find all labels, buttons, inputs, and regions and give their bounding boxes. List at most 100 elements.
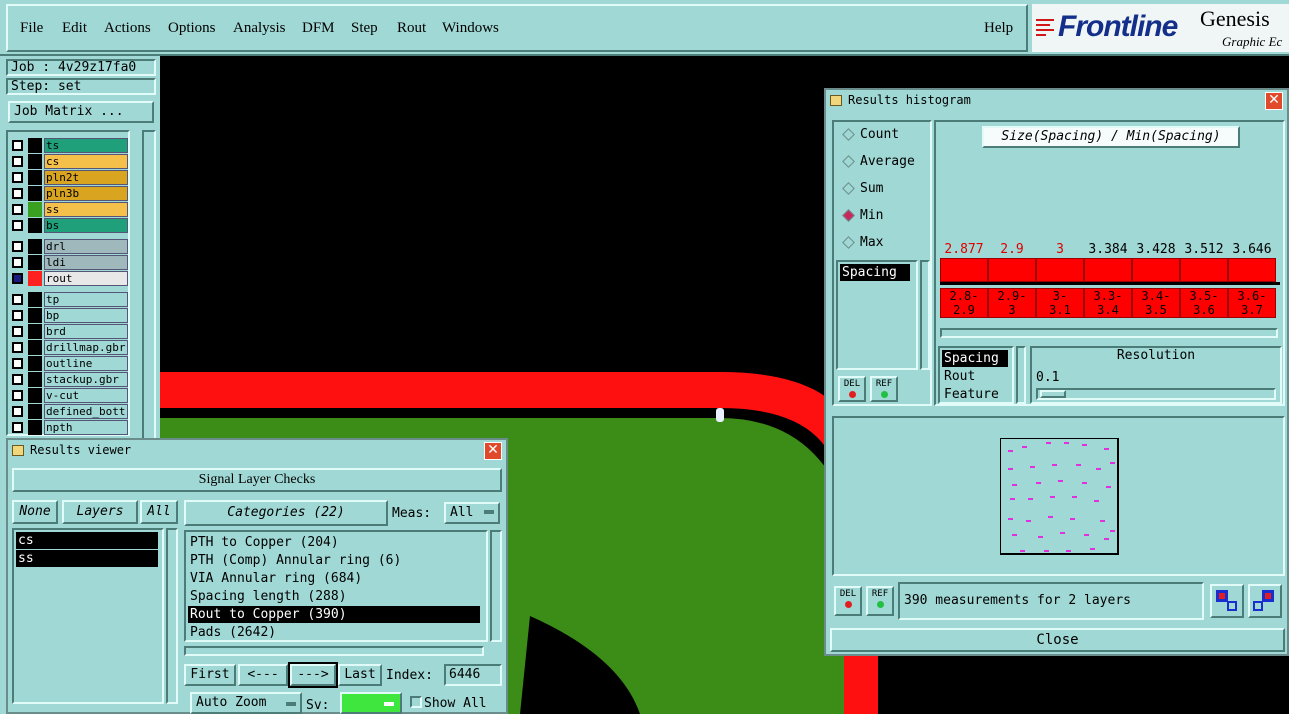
sv-color-dropdown[interactable] — [340, 692, 402, 714]
layer-list-scrollbar[interactable] — [142, 130, 156, 440]
bin-label[interactable]: 2.8- 2.9 — [940, 288, 988, 318]
del-button[interactable]: DEL — [838, 376, 866, 402]
option-min[interactable]: Min — [842, 207, 883, 225]
layer-row-stackup-gbr[interactable]: stackup.gbr — [10, 372, 128, 387]
job-matrix-button[interactable]: Job Matrix ... — [8, 101, 154, 123]
layer-name[interactable]: ss — [44, 202, 128, 217]
layer-checkbox[interactable] — [12, 406, 23, 417]
show-all-checkbox[interactable] — [410, 696, 422, 708]
list-item[interactable]: Feature — [942, 386, 1008, 402]
categories-list[interactable]: PTH to Copper (204) PTH (Comp) Annular ri… — [184, 530, 488, 642]
layer-checkbox[interactable] — [12, 342, 23, 353]
category-item[interactable]: Spacing length (288) — [188, 588, 480, 605]
histogram-bar[interactable] — [940, 258, 988, 282]
layer-row-rout[interactable]: rout — [10, 271, 128, 286]
menu-step[interactable]: Step — [351, 20, 378, 37]
bin-label[interactable]: 3.6- 3.7 — [1228, 288, 1276, 318]
histogram-bar[interactable] — [1036, 258, 1084, 282]
histogram-list-2-scrollbar[interactable] — [1016, 346, 1026, 404]
layer-name[interactable]: bs — [44, 218, 128, 233]
layer-row-defined-bott[interactable]: defined_bott — [10, 404, 128, 419]
list-item[interactable]: Rout — [942, 368, 1008, 385]
menu-dfm[interactable]: DFM — [302, 20, 335, 37]
close-button[interactable]: Close — [830, 628, 1285, 652]
bin-label[interactable]: 3.5- 3.6 — [1180, 288, 1228, 318]
layer-checkbox[interactable] — [12, 310, 23, 321]
layer-name[interactable]: pln3b — [44, 186, 128, 201]
list-item[interactable]: Spacing — [942, 350, 1008, 367]
layer-checkbox[interactable] — [12, 257, 23, 268]
histogram-bar[interactable] — [988, 258, 1036, 282]
layer-checkbox[interactable] — [12, 140, 23, 151]
category-item[interactable]: Pads (2642) — [188, 624, 480, 640]
layer-row-bs[interactable]: bs — [10, 218, 128, 233]
category-item[interactable]: PTH (Comp) Annular ring (6) — [188, 552, 480, 569]
menu-edit[interactable]: Edit — [62, 20, 87, 37]
option-max[interactable]: Max — [842, 234, 883, 252]
layer-checkbox[interactable] — [12, 273, 23, 284]
layer-checkbox[interactable] — [12, 241, 23, 252]
menu-actions[interactable]: Actions — [104, 20, 151, 37]
layer-row-brd[interactable]: brd — [10, 324, 128, 339]
layer-row-npth[interactable]: npth — [10, 420, 128, 435]
zoom-to-result-button[interactable] — [1210, 584, 1244, 618]
categories-scrollbar[interactable] — [490, 530, 502, 642]
option-average[interactable]: Average — [842, 153, 915, 171]
histogram-bar[interactable] — [1132, 258, 1180, 282]
histogram-list-1-scrollbar[interactable] — [920, 260, 930, 370]
category-item[interactable]: PTH to Copper (204) — [188, 534, 480, 551]
meas-dropdown[interactable]: All — [444, 502, 500, 524]
menu-help[interactable]: Help — [984, 20, 1013, 37]
close-icon[interactable]: ✕ — [1265, 92, 1283, 110]
layer-name[interactable]: stackup.gbr — [44, 372, 128, 387]
layer-name[interactable]: tp — [44, 292, 128, 307]
layer-name[interactable]: bp — [44, 308, 128, 323]
histogram-list-2[interactable]: Spacing Rout Feature — [938, 346, 1014, 404]
ref-button[interactable]: REF — [870, 376, 898, 402]
histogram-bar[interactable] — [1228, 258, 1276, 282]
layer-name[interactable]: defined_bott — [44, 404, 128, 419]
list-item[interactable]: ss — [16, 550, 158, 567]
category-item[interactable]: VIA Annular ring (684) — [188, 570, 480, 587]
layer-name[interactable]: rout — [44, 271, 128, 286]
layer-name[interactable]: drl — [44, 239, 128, 254]
histogram-titlebar[interactable]: Results histogram ✕ — [826, 90, 1287, 112]
option-count[interactable]: Count — [842, 126, 899, 144]
resolution-slider[interactable] — [1036, 388, 1276, 400]
categories-hscrollbar[interactable] — [184, 646, 484, 656]
category-item[interactable]: Rout to Copper (390) — [188, 606, 480, 623]
layer-name[interactable]: ldi — [44, 255, 128, 270]
histogram-hscrollbar[interactable] — [940, 328, 1278, 338]
layer-row-ldi[interactable]: ldi — [10, 255, 128, 270]
layer-checkbox[interactable] — [12, 358, 23, 369]
layer-checkbox[interactable] — [12, 172, 23, 183]
histogram-bar[interactable] — [1180, 258, 1228, 282]
preview-del-button[interactable]: DEL — [834, 586, 862, 616]
layer-row-drillmap-gbr[interactable]: drillmap.gbr — [10, 340, 128, 355]
layer-name[interactable]: drillmap.gbr — [44, 340, 128, 355]
close-icon[interactable]: ✕ — [484, 442, 502, 460]
list-item[interactable]: Spacing — [840, 264, 910, 281]
zoom-home-button[interactable] — [1248, 584, 1282, 618]
layer-name[interactable]: brd — [44, 324, 128, 339]
layers-button[interactable]: Layers — [62, 500, 138, 524]
all-button[interactable]: All — [140, 500, 178, 524]
layer-checkbox[interactable] — [12, 374, 23, 385]
layer-name[interactable]: cs — [44, 154, 128, 169]
layer-checkbox[interactable] — [12, 220, 23, 231]
layer-name[interactable]: v-cut — [44, 388, 128, 403]
layer-name[interactable]: pln2t — [44, 170, 128, 185]
layer-checkbox[interactable] — [12, 390, 23, 401]
layer-row-outline[interactable]: outline — [10, 356, 128, 371]
bin-label[interactable]: 3.3- 3.4 — [1084, 288, 1132, 318]
histogram-bar[interactable] — [1084, 258, 1132, 282]
preview-ref-button[interactable]: REF — [866, 586, 894, 616]
layer-row-tp[interactable]: tp — [10, 292, 128, 307]
menu-file[interactable]: File — [20, 20, 43, 37]
signal-layer-checks-header[interactable]: Signal Layer Checks — [12, 468, 502, 492]
bin-label[interactable]: 3.4- 3.5 — [1132, 288, 1180, 318]
layer-row-bp[interactable]: bp — [10, 308, 128, 323]
layer-row-cs[interactable]: cs — [10, 154, 128, 169]
none-button[interactable]: None — [12, 500, 58, 524]
categories-button[interactable]: Categories (22) — [184, 500, 388, 526]
